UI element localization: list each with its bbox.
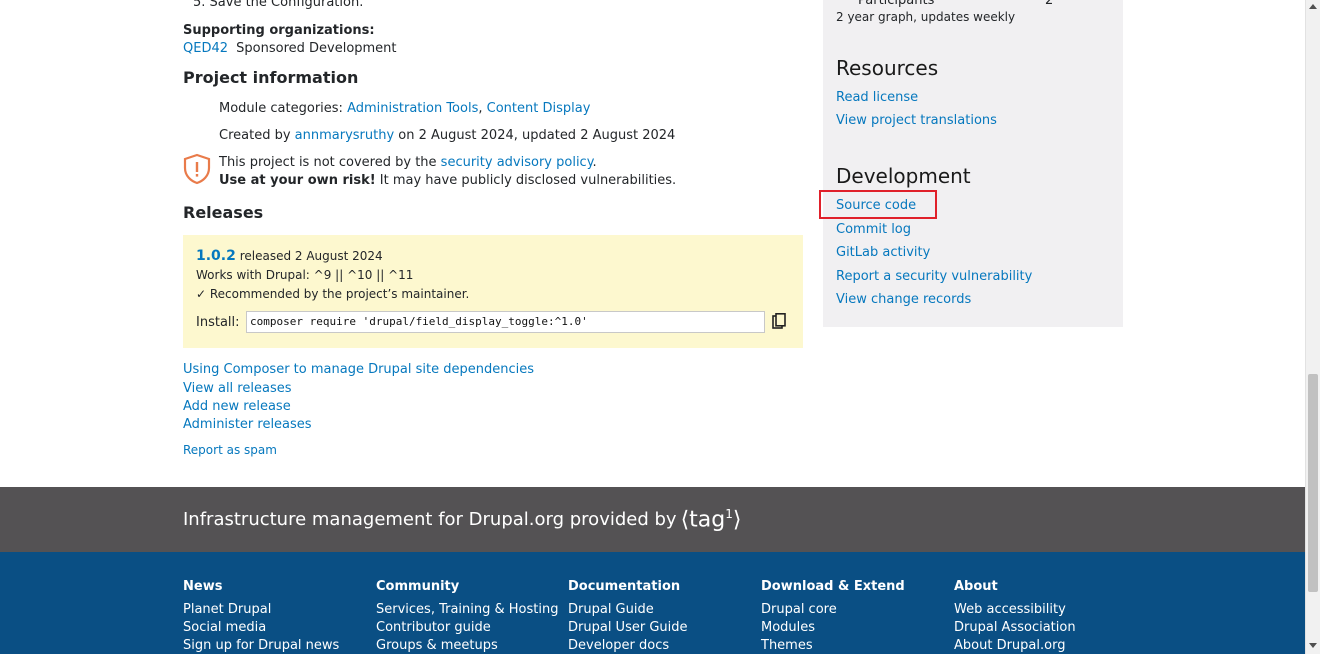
footer-link-developer-docs[interactable]: Developer docs [568, 637, 688, 655]
commit-log-link[interactable]: Commit log [836, 222, 911, 237]
composer-guide-link[interactable]: Using Composer to manage Drupal site dep… [183, 362, 534, 377]
project-sidebar: Participants 2 2 year graph, updates wee… [823, 0, 1123, 327]
footer-link-contributor-guide[interactable]: Contributor guide [376, 619, 558, 637]
created-label: Created by [219, 128, 295, 143]
participants-label: Participants [858, 0, 935, 8]
copy-icon[interactable] [772, 313, 786, 329]
view-change-records-link[interactable]: View change records [836, 292, 971, 307]
release-card: 1.0.2 released 2 August 2024 Works with … [183, 235, 803, 348]
footer-link-news-signup[interactable]: Sign up for Drupal news [183, 637, 339, 655]
security-notice: This project is not covered by the secur… [219, 155, 597, 170]
supporting-orgs-heading: Supporting organizations: [183, 23, 375, 38]
footer-link-modules[interactable]: Modules [761, 619, 905, 637]
shield-warning-icon [183, 153, 211, 185]
development-heading: Development [836, 164, 971, 188]
footer-link-services[interactable]: Services, Training & Hosting [376, 601, 558, 619]
footer-col-download: Download & Extend Drupal core Modules Th… [761, 579, 905, 655]
supporting-org-link[interactable]: QED42 [183, 41, 228, 56]
footer-link-user-guide[interactable]: Drupal User Guide [568, 619, 688, 637]
security-text: This project is not covered by the [219, 155, 441, 170]
releases-heading: Releases [183, 203, 264, 222]
footer-heading-about: About [954, 579, 998, 594]
project-info-heading: Project information [183, 68, 359, 87]
page-scrollbar[interactable] [1305, 0, 1320, 654]
tag1-logo[interactable]: ⟨tag1⟩ [681, 507, 742, 532]
infrastructure-text-row: Infrastructure management for Drupal.org… [183, 507, 741, 532]
footer-heading-documentation: Documentation [568, 579, 681, 594]
security-period: . [592, 155, 597, 170]
view-all-releases-link[interactable]: View all releases [183, 381, 291, 396]
created-by-row: Created by annmarysruthy on 2 August 202… [219, 128, 675, 143]
scroll-down-arrow-icon[interactable] [1309, 643, 1317, 648]
supporting-org-row: QED42 Sponsored Development [183, 41, 397, 56]
footer-link-groups-meetups[interactable]: Groups & meetups [376, 637, 558, 655]
release-header: 1.0.2 released 2 August 2024 [196, 248, 383, 264]
category-separator: , [478, 101, 483, 116]
security-advisory-link[interactable]: security advisory policy [441, 155, 593, 170]
install-command-field[interactable]: composer require 'drupal/field_display_t… [246, 311, 765, 333]
scroll-up-arrow-icon[interactable] [1309, 4, 1317, 9]
release-version-link[interactable]: 1.0.2 [196, 248, 236, 264]
footer-col-documentation: Documentation Drupal Guide Drupal User G… [568, 579, 688, 655]
report-spam-link[interactable]: Report as spam [183, 443, 277, 457]
infrastructure-text: Infrastructure management for Drupal.org… [183, 509, 677, 531]
module-categories-row: Module categories: Administration Tools,… [219, 101, 590, 116]
footer-link-social-media[interactable]: Social media [183, 619, 339, 637]
supporting-org-role: Sponsored Development [236, 41, 397, 56]
report-vulnerability-link[interactable]: Report a security vulnerability [836, 269, 1032, 284]
install-label: Install: [196, 315, 240, 330]
footer-col-community: Community Services, Training & Hosting C… [376, 579, 558, 655]
category-content-display[interactable]: Content Display [487, 101, 591, 116]
footer-col-news: News Planet Drupal Social media Sign up … [183, 579, 339, 655]
footer-link-planet-drupal[interactable]: Planet Drupal [183, 601, 339, 619]
footer-col-about: About Web accessibility Drupal Associati… [954, 579, 1076, 655]
created-dates: on 2 August 2024, updated 2 August 2024 [394, 128, 676, 143]
add-new-release-link[interactable]: Add new release [183, 399, 291, 414]
participants-count: 2 [1045, 0, 1054, 8]
categories-label: Module categories: [219, 101, 348, 116]
release-date: released 2 August 2024 [235, 249, 383, 263]
footer-link-about-drupal-org[interactable]: About Drupal.org [954, 637, 1076, 655]
risk-warning-text: It may have publicly disclosed vulnerabi… [375, 173, 677, 188]
category-administration-tools[interactable]: Administration Tools [347, 101, 478, 116]
install-step-text: 5. Save the Configuration. [193, 0, 364, 10]
administer-releases-link[interactable]: Administer releases [183, 417, 312, 432]
gitlab-activity-link[interactable]: GitLab activity [836, 245, 930, 260]
infrastructure-banner: Infrastructure management for Drupal.org… [0, 487, 1305, 552]
source-code-highlight-box [819, 190, 937, 219]
release-compatibility: Works with Drupal: ^9 || ^10 || ^11 [196, 268, 414, 282]
footer-heading-community: Community [376, 579, 460, 594]
view-translations-link[interactable]: View project translations [836, 113, 997, 128]
graph-note: 2 year graph, updates weekly [836, 10, 1016, 24]
scrollbar-thumb[interactable] [1308, 374, 1318, 592]
footer-link-drupal-guide[interactable]: Drupal Guide [568, 601, 688, 619]
read-license-link[interactable]: Read license [836, 90, 918, 105]
author-link[interactable]: annmarysruthy [295, 128, 395, 143]
footer-heading-download: Download & Extend [761, 579, 905, 594]
resources-heading: Resources [836, 56, 939, 80]
release-recommended: ✓ Recommended by the project’s maintaine… [196, 287, 470, 301]
site-footer: News Planet Drupal Social media Sign up … [0, 552, 1305, 654]
footer-link-drupal-association[interactable]: Drupal Association [954, 619, 1076, 637]
risk-notice: Use at your own risk! It may have public… [219, 173, 676, 188]
footer-link-drupal-core[interactable]: Drupal core [761, 601, 905, 619]
footer-link-accessibility[interactable]: Web accessibility [954, 601, 1076, 619]
footer-link-themes[interactable]: Themes [761, 637, 905, 655]
risk-warning-bold: Use at your own risk! [219, 173, 376, 188]
footer-heading-news: News [183, 579, 223, 594]
